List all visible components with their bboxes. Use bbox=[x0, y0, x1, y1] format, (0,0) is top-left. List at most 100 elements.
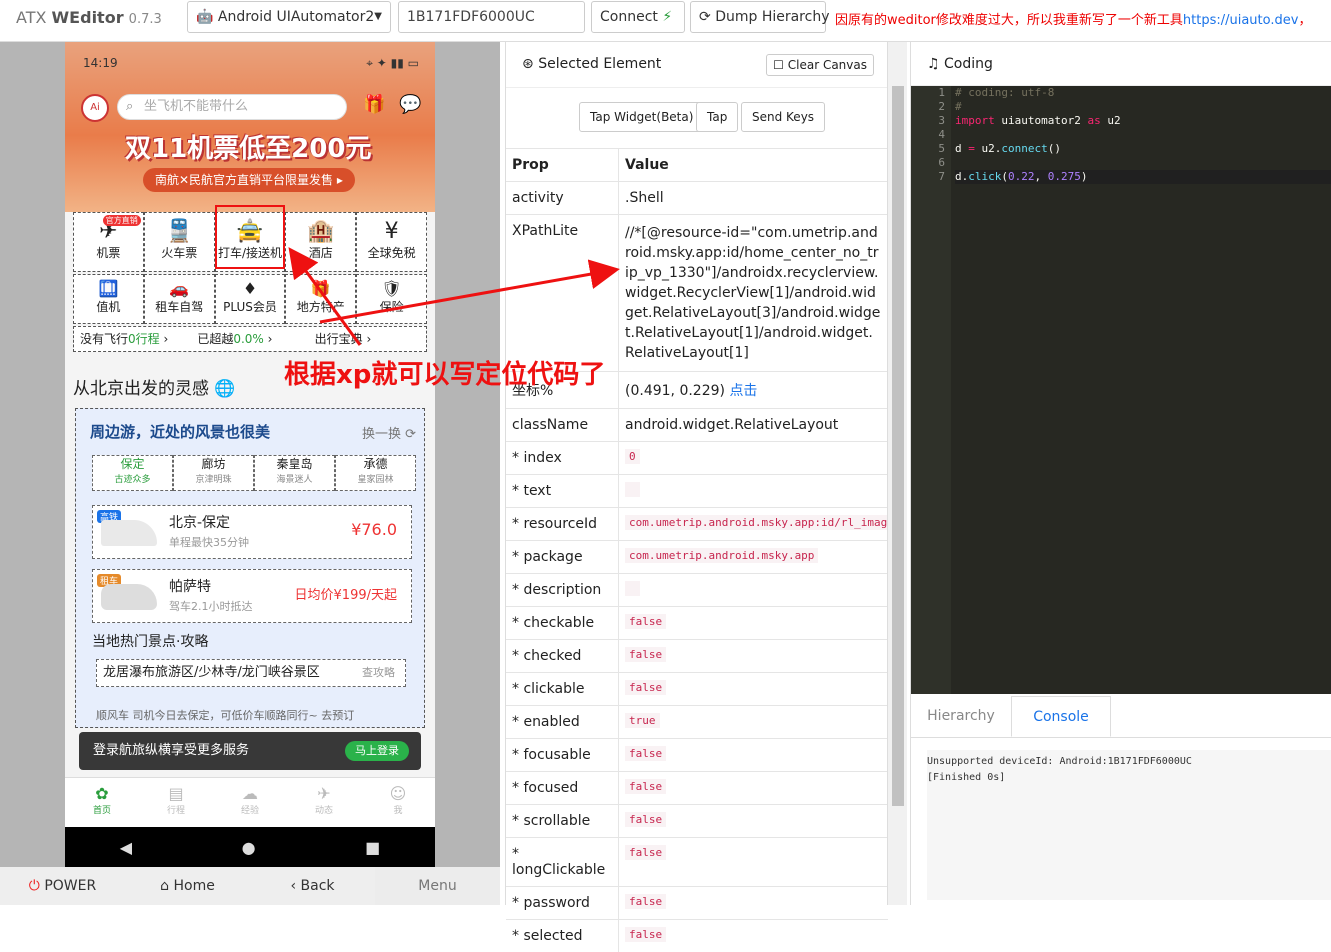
rideshare-text[interactable]: 顺风车 司机今日去保定，可低价车顺路同行~ 去预订 bbox=[96, 707, 354, 723]
prop-value[interactable]: false bbox=[619, 772, 888, 804]
tab-city[interactable]: 保定 古迹众多 bbox=[92, 455, 173, 491]
prop-key: * longClickable bbox=[506, 838, 619, 886]
power-button[interactable]: ⏻ POWER bbox=[0, 867, 125, 905]
prop-key: * enabled bbox=[506, 706, 619, 738]
scrollbar-thumb[interactable] bbox=[892, 86, 904, 806]
code-area[interactable]: # coding: utf-8 # import uiautomator2 as… bbox=[955, 86, 1331, 184]
trip-info-bar: 没有飞行0行程 › 已超越0.0% › 出行宝典 › bbox=[73, 326, 427, 352]
service-item[interactable]: ✈ 机票 官方直销 bbox=[73, 212, 144, 272]
tab-city[interactable]: 秦皇岛 海景迷人 bbox=[254, 455, 335, 491]
prop-value[interactable]: false bbox=[619, 640, 888, 672]
coding-panel: ♫ Coding 1234567 # coding: utf-8 # impor… bbox=[910, 42, 1331, 905]
prop-value[interactable]: 0 bbox=[619, 442, 888, 474]
nav-home-icon[interactable]: ● bbox=[242, 838, 256, 857]
home-label: Home bbox=[173, 878, 215, 894]
connect-button[interactable]: Connect ⚡ bbox=[591, 1, 685, 33]
prop-value[interactable]: android.widget.RelativeLayout bbox=[619, 409, 888, 441]
service-item[interactable]: 🎁 地方特产 bbox=[285, 274, 357, 324]
nav-back-icon[interactable]: ◀ bbox=[120, 838, 132, 857]
service-label: PLUS会员 bbox=[223, 300, 277, 314]
notice-link[interactable]: https://uiauto.dev bbox=[1183, 13, 1299, 28]
ai-assistant-icon[interactable]: Ai bbox=[81, 94, 109, 122]
prop-value[interactable] bbox=[619, 475, 888, 507]
hero-banner[interactable]: 14:19 ⌖ ✦ ▮▮ ▭ Ai ⌕ 坐飞机不能带什么 🎁 💬 双11机票低至2… bbox=[65, 42, 435, 212]
inspector-scrollbar[interactable] bbox=[887, 42, 907, 905]
coord-click-link[interactable]: 点击 bbox=[729, 383, 757, 399]
tab-console[interactable]: Console bbox=[1011, 696, 1111, 737]
prop-value[interactable]: false bbox=[619, 805, 888, 837]
chevron-down-icon: ▼ bbox=[374, 11, 382, 22]
dump-hierarchy-button[interactable]: ⟳ Dump Hierarchy bbox=[690, 1, 829, 33]
gift-icon[interactable]: 🎁 bbox=[363, 94, 385, 115]
tab-city[interactable]: 承德 皇家园林 bbox=[335, 455, 416, 491]
tabbar-item[interactable]: ☁ 经验 bbox=[213, 778, 287, 827]
prop-value[interactable]: false bbox=[619, 739, 888, 771]
prop-value[interactable]: .Shell bbox=[619, 182, 888, 214]
message-icon[interactable]: 💬 bbox=[399, 94, 421, 115]
code-editor[interactable]: 1234567 # coding: utf-8 # import uiautom… bbox=[911, 86, 1331, 694]
search-input[interactable]: ⌕ 坐飞机不能带什么 bbox=[117, 94, 347, 120]
spot-line[interactable]: 龙居瀑布旅游区/少林寺/龙门峡谷景区 查攻略 bbox=[96, 659, 406, 687]
chevron-left-icon: ‹ bbox=[290, 878, 297, 894]
banner-title[interactable]: 双11机票低至200元 bbox=[125, 128, 371, 165]
device-serial-input[interactable]: 1B171FDF6000UC bbox=[398, 1, 585, 33]
prop-value[interactable]: true bbox=[619, 706, 888, 738]
tabbar-item[interactable]: ▤ 行程 bbox=[139, 778, 213, 827]
prop-row: * enabled true bbox=[506, 705, 888, 738]
prop-key: XPathLite bbox=[506, 215, 619, 371]
tabbar-item[interactable]: ✿ 首页 bbox=[65, 778, 139, 827]
service-badge: 官方直销 bbox=[102, 215, 141, 226]
dutyfree-icon: ¥ bbox=[384, 219, 399, 244]
checkbox-icon: ☐ bbox=[773, 58, 784, 72]
back-button[interactable]: ‹ Back bbox=[250, 867, 375, 905]
login-button[interactable]: 马上登录 bbox=[345, 741, 409, 761]
home-button[interactable]: ⌂ Home bbox=[125, 867, 250, 905]
service-item[interactable]: ¥ 全球免税 bbox=[356, 212, 427, 272]
service-item[interactable]: 🛄 值机 bbox=[73, 274, 144, 324]
prop-value[interactable]: false bbox=[619, 838, 888, 886]
trip-info-rank[interactable]: 已超越0.0% › bbox=[191, 327, 308, 351]
prop-key: * index bbox=[506, 442, 619, 474]
service-item[interactable]: 🚗 租车自驾 bbox=[143, 274, 215, 324]
prop-row: * text bbox=[506, 474, 888, 507]
tap-widget-button[interactable]: Tap Widget(Beta) bbox=[579, 102, 705, 132]
tab-city[interactable]: 廊坊 京津明珠 bbox=[173, 455, 254, 491]
xpath-value[interactable]: //*[@resource-id="com.umetrip.android.ms… bbox=[619, 215, 888, 371]
service-item[interactable]: 🏨 酒店 bbox=[285, 212, 357, 272]
platform-select[interactable]: 🤖 Android UIAutomator2 ▼ bbox=[187, 1, 391, 33]
prop-value[interactable] bbox=[619, 574, 888, 606]
app-tabbar: ✿ 首页 ▤ 行程 ☁ 经验 ✈ 动态 ☺ 我 bbox=[65, 777, 435, 827]
prop-value[interactable]: false bbox=[619, 607, 888, 639]
menu-button[interactable]: Menu bbox=[375, 867, 500, 905]
prop-key: * resourceId bbox=[506, 508, 619, 540]
swap-button[interactable]: 换一换 ⟳ bbox=[362, 423, 416, 442]
service-item[interactable]: ♦ PLUS会员 bbox=[214, 274, 286, 324]
prop-value[interactable]: com.umetrip.android.msky.app:id/rl_image bbox=[619, 508, 888, 540]
tabbar-item[interactable]: ☺ 我 bbox=[361, 778, 435, 827]
service-item[interactable]: 🚆 火车票 bbox=[143, 212, 215, 272]
trip-icon: ▤ bbox=[168, 784, 184, 803]
device-screen[interactable]: 14:19 ⌖ ✦ ▮▮ ▭ Ai ⌕ 坐飞机不能带什么 🎁 💬 双11机票低至2… bbox=[65, 42, 435, 867]
prop-value[interactable]: false bbox=[619, 887, 888, 919]
route-item-train[interactable]: 高铁 北京-保定 单程最快35分钟 ¥76.0 bbox=[92, 505, 412, 559]
prop-value[interactable]: false bbox=[619, 673, 888, 705]
banner-subtitle[interactable]: 南航✕民航官方直销平台限量发售 ▸ bbox=[143, 168, 355, 192]
route-item-car[interactable]: 租车 帕萨特 驾车2.1小时抵达 日均价¥199/天起 bbox=[92, 569, 412, 623]
clear-canvas-button[interactable]: ☐ Clear Canvas bbox=[766, 54, 874, 76]
profile-icon: ☺ bbox=[389, 784, 407, 803]
prop-value[interactable]: false bbox=[619, 920, 888, 952]
nav-recents-icon[interactable]: ■ bbox=[365, 838, 380, 857]
prop-value[interactable]: com.umetrip.android.msky.app bbox=[619, 541, 888, 573]
service-item[interactable]: 🛡 保险 bbox=[356, 274, 427, 324]
send-keys-button[interactable]: Send Keys bbox=[741, 102, 826, 132]
tabbar-item[interactable]: ✈ 动态 bbox=[287, 778, 361, 827]
tab-city-sub: 古迹众多 bbox=[114, 475, 151, 485]
spot-names: 龙居瀑布旅游区/少林寺/龙门峡谷景区 bbox=[103, 665, 320, 680]
col-value: Value bbox=[625, 157, 669, 173]
status-icons: ⌖ ✦ ▮▮ ▭ bbox=[366, 56, 419, 70]
trip-info-notrip[interactable]: 没有飞行0行程 › bbox=[74, 327, 191, 351]
tab-hierarchy[interactable]: Hierarchy bbox=[911, 696, 1011, 737]
prop-row: * package com.umetrip.android.msky.app bbox=[506, 540, 888, 573]
trip-info-guide[interactable]: 出行宝典 › bbox=[309, 327, 426, 351]
tap-button[interactable]: Tap bbox=[696, 102, 739, 132]
